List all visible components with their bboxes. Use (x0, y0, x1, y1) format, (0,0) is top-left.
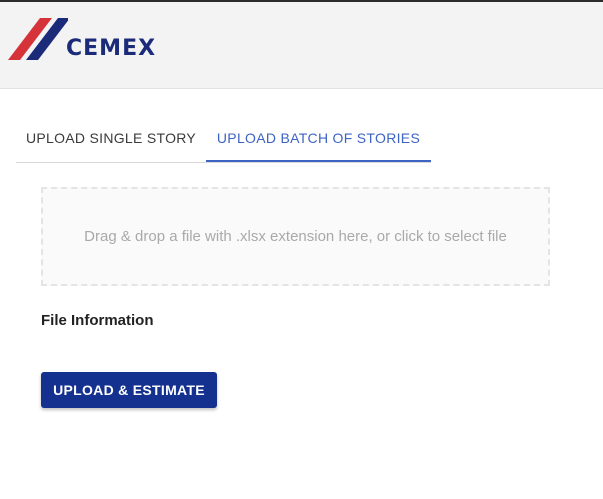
active-tab-indicator (206, 160, 431, 162)
dropzone-text: Drag & drop a file with .xlsx extension … (84, 228, 507, 245)
logo-text: CEMEX (66, 36, 157, 61)
upload-tabs: UPLOAD SINGLE STORY UPLOAD BATCH OF STOR… (16, 115, 603, 163)
app-header: CEMEX (0, 2, 603, 89)
upload-estimate-button[interactable]: UPLOAD & ESTIMATE (41, 372, 217, 408)
cemex-logo: CEMEX (8, 18, 164, 64)
tabs-baseline (16, 162, 431, 163)
tab-upload-single-story[interactable]: UPLOAD SINGLE STORY (16, 115, 206, 161)
tab-upload-batch-of-stories[interactable]: UPLOAD BATCH OF STORIES (206, 115, 431, 161)
file-information-heading: File Information (41, 312, 154, 329)
logo-stripes-icon (8, 18, 68, 60)
file-dropzone[interactable]: Drag & drop a file with .xlsx extension … (41, 187, 550, 286)
